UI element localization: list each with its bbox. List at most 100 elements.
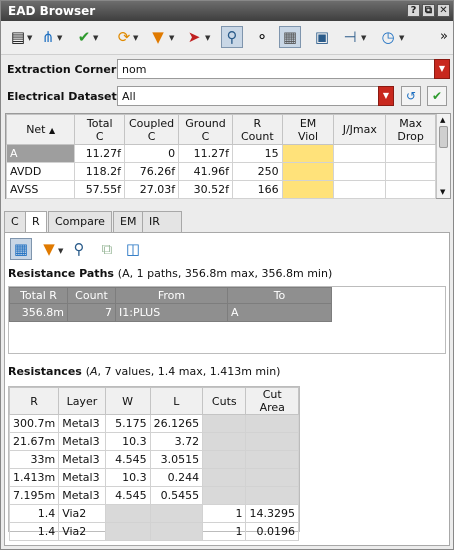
extraction-corner-select[interactable]: nom ▼	[117, 59, 450, 79]
magnifier-icon[interactable]: ⚲	[68, 238, 90, 260]
w-cell[interactable]: 10.3	[104, 468, 151, 487]
coupled-c-cell[interactable]: 27.03f	[124, 180, 180, 199]
r-count-column-header[interactable]: R Count	[231, 114, 283, 145]
restore-button[interactable]: ⧉	[422, 4, 435, 17]
w-column-header[interactable]: W	[104, 387, 151, 415]
net-cell[interactable]: AVDD	[5, 162, 76, 181]
cuts-column-header[interactable]: Cuts	[202, 387, 247, 415]
table-row[interactable]: 1.413m Metal3 10.3 0.244	[8, 468, 299, 487]
check-icon[interactable]: ✔	[73, 26, 95, 48]
nets-scrollbar[interactable]: ▲ ▼	[436, 114, 450, 198]
count-cell[interactable]: 7	[67, 303, 116, 322]
columns-icon[interactable]: ◫	[122, 238, 144, 260]
max-drop-column-header[interactable]: Max Drop	[385, 114, 436, 145]
w-cell[interactable]	[104, 522, 151, 541]
filter-icon[interactable]: ▼	[147, 26, 169, 48]
max-drop-cell[interactable]	[385, 180, 436, 199]
max-drop-cell[interactable]	[385, 144, 436, 163]
jjmax-cell[interactable]	[333, 162, 387, 181]
ground-c-column-header[interactable]: Ground C	[178, 114, 233, 145]
table-row[interactable]: 300.7m Metal3 5.175 26.1265	[8, 414, 299, 433]
l-column-header[interactable]: L	[149, 387, 204, 415]
r-cell[interactable]: 21.67m	[8, 432, 60, 451]
total-r-column-header[interactable]: Total R	[9, 287, 68, 304]
to-cell[interactable]: A	[227, 303, 332, 322]
close-button[interactable]: ✕	[437, 4, 450, 17]
layer-cell[interactable]: Metal3	[58, 414, 106, 433]
copy-icon[interactable]: ⧉	[96, 238, 118, 260]
layer-cell[interactable]: Via2	[58, 504, 106, 523]
coupled-c-cell[interactable]: 0	[124, 144, 180, 163]
cut-area-cell[interactable]	[245, 468, 299, 487]
highlight-icon[interactable]: ▦	[10, 238, 32, 260]
r-cell[interactable]: 1.4	[8, 504, 60, 523]
tab-c[interactable]: C	[4, 211, 26, 232]
w-cell[interactable]: 5.175	[104, 414, 151, 433]
layer-cell[interactable]: Metal3	[58, 450, 106, 469]
dataset-refresh-button[interactable]: ↺	[401, 86, 421, 106]
cut-area-cell[interactable]	[245, 486, 299, 505]
layer-cell[interactable]: Metal3	[58, 468, 106, 487]
scroll-up-icon[interactable]: ▲	[440, 116, 445, 124]
coupled-c-cell[interactable]: 76.26f	[124, 162, 180, 181]
l-cell[interactable]	[149, 522, 204, 541]
table-row[interactable]: 33m Metal3 4.545 3.0515	[8, 450, 299, 469]
r-cell[interactable]: 1.4	[8, 522, 60, 541]
cuts-cell[interactable]: 1	[202, 504, 247, 523]
layer-cell[interactable]: Metal3	[58, 486, 106, 505]
table-row[interactable]: 356.8m 7 I1:PLUS A	[9, 303, 332, 322]
layer-column-header[interactable]: Layer	[58, 387, 106, 415]
cuts-cell[interactable]	[202, 468, 247, 487]
jjmax-cell[interactable]	[333, 144, 387, 163]
l-cell[interactable]: 3.72	[149, 432, 204, 451]
total-c-cell[interactable]: 57.55f	[74, 180, 126, 199]
tab-r[interactable]: R	[25, 211, 47, 233]
filter-icon[interactable]: ▼	[38, 238, 60, 260]
table-row[interactable]: A 11.27f 0 11.27f 15	[5, 144, 436, 163]
chevron-down-icon[interactable]: ▼	[434, 59, 450, 79]
l-cell[interactable]: 3.0515	[149, 450, 204, 469]
total-c-cell[interactable]: 11.27f	[74, 144, 126, 163]
tab-em[interactable]: EM	[113, 211, 144, 232]
properties-icon[interactable]: ▤	[7, 26, 29, 48]
layer-cell[interactable]: Via2	[58, 522, 106, 541]
w-cell[interactable]: 4.545	[104, 450, 151, 469]
cuts-cell[interactable]	[202, 414, 247, 433]
total-r-cell[interactable]: 356.8m	[9, 303, 68, 322]
table-row[interactable]: 1.4 Via2 1 14.3295	[8, 504, 299, 523]
table-row[interactable]: AVSS 57.55f 27.03f 30.52f 166	[5, 180, 436, 199]
w-cell[interactable]: 4.545	[104, 486, 151, 505]
cut-area-column-header[interactable]: Cut Area	[245, 387, 299, 415]
tab-compare[interactable]: Compare	[48, 211, 112, 232]
layer-cell[interactable]: Metal3	[58, 432, 106, 451]
from-cell[interactable]: I1:PLUS	[115, 303, 228, 322]
r-count-cell[interactable]: 15	[231, 144, 283, 163]
w-cell[interactable]	[104, 504, 151, 523]
ground-c-cell[interactable]: 30.52f	[178, 180, 233, 199]
dataset-check-button[interactable]: ✔	[427, 86, 447, 106]
net-cell[interactable]: AVSS	[5, 180, 76, 199]
to-column-header[interactable]: To	[227, 287, 332, 304]
chevron-down-icon[interactable]: ▼	[378, 86, 394, 106]
scroll-down-icon[interactable]: ▼	[440, 188, 445, 196]
cut-area-cell[interactable]	[245, 414, 299, 433]
save-icon[interactable]: ▣	[311, 26, 333, 48]
l-cell[interactable]	[149, 504, 204, 523]
cuts-cell[interactable]	[202, 486, 247, 505]
net-column-header[interactable]: Net ▲	[5, 114, 76, 145]
r-column-header[interactable]: R	[8, 387, 60, 415]
r-cell[interactable]: 7.195m	[8, 486, 60, 505]
r-cell[interactable]: 33m	[8, 450, 60, 469]
w-cell[interactable]: 10.3	[104, 432, 151, 451]
cut-area-cell[interactable]	[245, 450, 299, 469]
l-cell[interactable]: 26.1265	[149, 414, 204, 433]
cuts-cell[interactable]: 1	[202, 522, 247, 541]
meter-icon[interactable]: ◷	[377, 26, 399, 48]
ground-c-cell[interactable]: 41.96f	[178, 162, 233, 181]
from-column-header[interactable]: From	[115, 287, 228, 304]
jjmax-cell[interactable]	[333, 180, 387, 199]
cut-area-cell[interactable]: 14.3295	[245, 504, 299, 523]
ground-c-cell[interactable]: 11.27f	[178, 144, 233, 163]
help-button[interactable]: ?	[407, 4, 420, 17]
toolbar-overflow-button[interactable]: »	[433, 26, 454, 48]
